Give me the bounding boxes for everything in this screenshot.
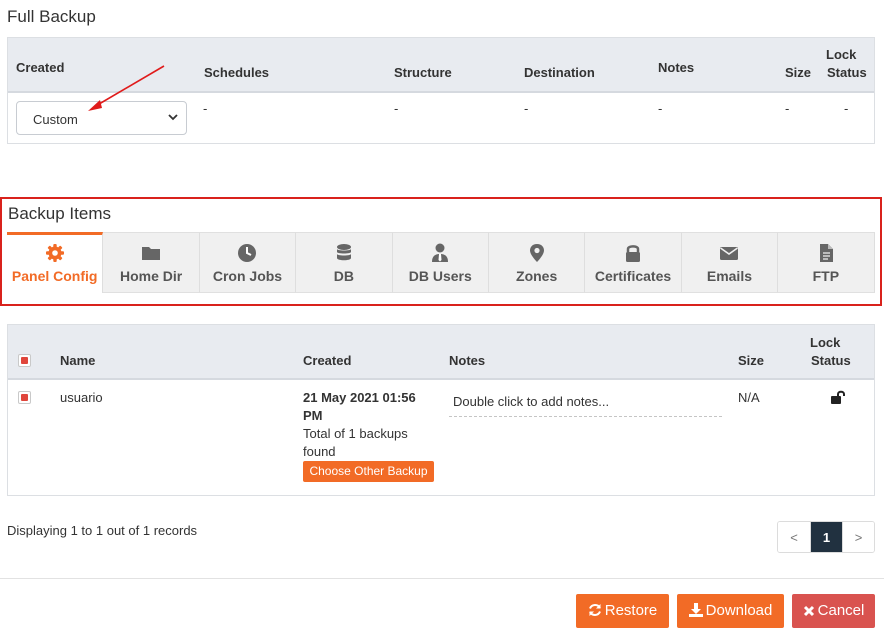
col-created: Created [16, 60, 65, 75]
records-table-header: Name Created Notes Size Lock Status [8, 325, 874, 380]
cancel-label: Cancel [817, 602, 865, 619]
col-lock-line2: Status [827, 65, 867, 80]
row-created-date: 21 May 2021 01:56 [303, 390, 416, 405]
row-size: N/A [738, 390, 760, 405]
tab-label: Zones [516, 268, 558, 284]
row-total-line1: Total of 1 backups [303, 426, 408, 441]
pagination: < 1 > [777, 521, 875, 553]
database-icon [336, 244, 351, 261]
tab-label: Certificates [594, 268, 672, 284]
col-schedules: Schedules [204, 65, 270, 80]
col-notes: Notes [449, 353, 486, 368]
records-table: Name Created Notes Size Lock Status usua… [7, 324, 875, 496]
row-checkbox[interactable] [18, 391, 31, 404]
row-destination: - [524, 101, 529, 116]
col-lock-line1: Lock [826, 47, 857, 62]
refresh-icon [588, 604, 601, 616]
row-lock: - [844, 101, 849, 116]
tab-label: DB Users [408, 268, 472, 284]
col-lock-line2: Status [811, 353, 851, 368]
full-backup-title: Full Backup [7, 7, 96, 26]
row-created-time: PM [303, 408, 323, 423]
tab-home-dir[interactable]: Home Dir [103, 232, 200, 293]
download-button[interactable]: Download [677, 594, 784, 628]
restore-label: Restore [604, 602, 658, 619]
tab-label: FTP [812, 268, 840, 284]
row-schedules: - [203, 101, 208, 116]
tab-db[interactable]: DB [296, 232, 393, 293]
cancel-button[interactable]: Cancel [792, 594, 875, 628]
row-size: - [785, 101, 790, 116]
col-structure: Structure [394, 65, 452, 80]
tab-label: Panel Config [11, 268, 98, 284]
close-icon [803, 605, 814, 617]
tab-label: Cron Jobs [212, 268, 283, 284]
backup-items-tabs: Panel Config Home Dir Cron Jobs DB DB Us… [7, 232, 875, 293]
tab-emails[interactable]: Emails [681, 232, 779, 293]
next-page-button[interactable]: > [842, 522, 874, 552]
tab-panel-config[interactable]: Panel Config [7, 232, 104, 293]
row-name: usuario [60, 390, 103, 405]
select-all-checkbox[interactable] [18, 354, 31, 367]
tab-cron-jobs[interactable]: Cron Jobs [199, 232, 297, 293]
tab-label: Home Dir [119, 268, 183, 284]
row-total-line2: found [303, 444, 336, 459]
file-icon [819, 244, 833, 262]
notes-editable[interactable]: Double click to add notes... [449, 392, 722, 417]
col-size: Size [785, 65, 812, 80]
folder-icon [142, 247, 161, 260]
row-notes: - [658, 101, 663, 116]
choose-other-backup-button[interactable]: Choose Other Backup [303, 461, 434, 482]
lock-icon [626, 245, 641, 262]
annotation-arrow [88, 65, 165, 111]
clock-icon [238, 244, 257, 262]
user-tie-icon [432, 243, 449, 262]
row-structure: - [394, 101, 399, 116]
col-name: Name [60, 353, 96, 368]
tab-certificates[interactable]: Certificates [585, 232, 682, 293]
tab-label: Emails [706, 268, 752, 284]
col-created: Created [303, 353, 352, 368]
download-label: Download [705, 602, 773, 619]
envelope-icon [720, 247, 739, 260]
tab-label: DB [333, 268, 354, 284]
unlock-icon[interactable] [830, 390, 846, 404]
prev-page-button[interactable]: < [778, 522, 810, 552]
map-marker-icon [529, 244, 544, 262]
tab-ftp[interactable]: FTP [778, 232, 875, 293]
records-summary: Displaying 1 to 1 out of 1 records [7, 523, 198, 538]
col-destination: Destination [524, 65, 595, 80]
current-page-button[interactable]: 1 [810, 522, 842, 552]
tab-zones[interactable]: Zones [488, 232, 586, 293]
col-size: Size [738, 353, 765, 368]
col-lock-line1: Lock [810, 335, 841, 350]
footer-divider [0, 578, 884, 579]
download-icon [688, 603, 703, 617]
tab-db-users[interactable]: DB Users [392, 232, 489, 293]
gear-icon [45, 244, 64, 262]
created-select-value: Custom [33, 112, 78, 127]
col-notes: Notes [658, 60, 695, 75]
backup-items-title: Backup Items [8, 204, 111, 223]
restore-button[interactable]: Restore [576, 594, 669, 628]
